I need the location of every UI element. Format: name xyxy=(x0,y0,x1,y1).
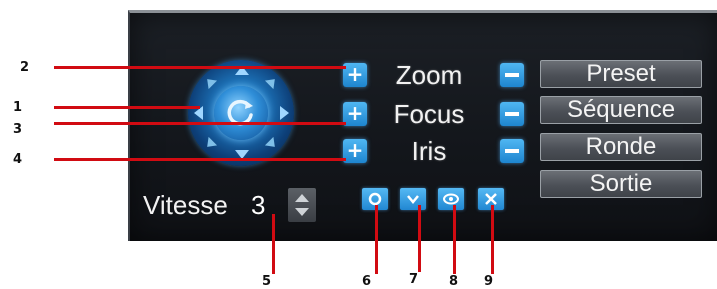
tour-button[interactable]: Ronde xyxy=(540,133,702,161)
callout-7: 7 xyxy=(409,272,419,287)
callout-line-5 xyxy=(272,214,275,274)
stepper-up-icon[interactable] xyxy=(295,194,309,202)
exit-button[interactable]: Sortie xyxy=(540,170,702,198)
callout-2: 2 xyxy=(20,60,30,75)
zoom-in-button[interactable]: + xyxy=(343,63,367,87)
callout-line-8 xyxy=(453,205,456,274)
preset-button[interactable]: Preset xyxy=(540,60,702,88)
callout-line-2 xyxy=(54,66,346,69)
focus-minus-button[interactable] xyxy=(500,102,524,126)
callout-line-1 xyxy=(54,106,200,109)
speed-stepper[interactable] xyxy=(288,188,316,222)
callout-6: 6 xyxy=(362,274,372,289)
zoom-out-button[interactable] xyxy=(500,63,524,87)
callout-4: 4 xyxy=(13,152,23,167)
focus-label: Focus xyxy=(393,99,465,129)
callout-line-3 xyxy=(54,122,346,125)
speed-label: Vitesse xyxy=(143,190,228,220)
iris-plus-button[interactable]: + xyxy=(343,139,367,163)
iris-minus-button[interactable] xyxy=(500,139,524,163)
callout-line-4 xyxy=(54,158,346,161)
minus-icon xyxy=(505,149,519,153)
callout-8: 8 xyxy=(449,274,459,289)
callout-5: 5 xyxy=(262,274,272,289)
minus-icon xyxy=(505,112,519,116)
iris-label: Iris xyxy=(411,136,447,166)
stepper-down-icon[interactable] xyxy=(295,208,309,216)
small-button-8[interactable] xyxy=(438,188,464,210)
callout-line-7 xyxy=(418,205,421,272)
pan-right-arrow-icon[interactable] xyxy=(280,106,289,120)
zoom-label: Zoom xyxy=(395,60,463,90)
callout-line-6 xyxy=(375,205,378,274)
callout-line-9 xyxy=(491,205,494,274)
callout-9: 9 xyxy=(484,274,494,289)
small-button-7[interactable] xyxy=(400,188,426,210)
eye-icon xyxy=(443,193,459,205)
minus-icon xyxy=(505,73,519,77)
callout-1: 1 xyxy=(13,100,23,115)
sequence-button[interactable]: Séquence xyxy=(540,96,702,124)
focus-plus-button[interactable]: + xyxy=(343,102,367,126)
callout-3: 3 xyxy=(13,122,23,137)
speed-value[interactable]: 3 xyxy=(251,190,265,221)
